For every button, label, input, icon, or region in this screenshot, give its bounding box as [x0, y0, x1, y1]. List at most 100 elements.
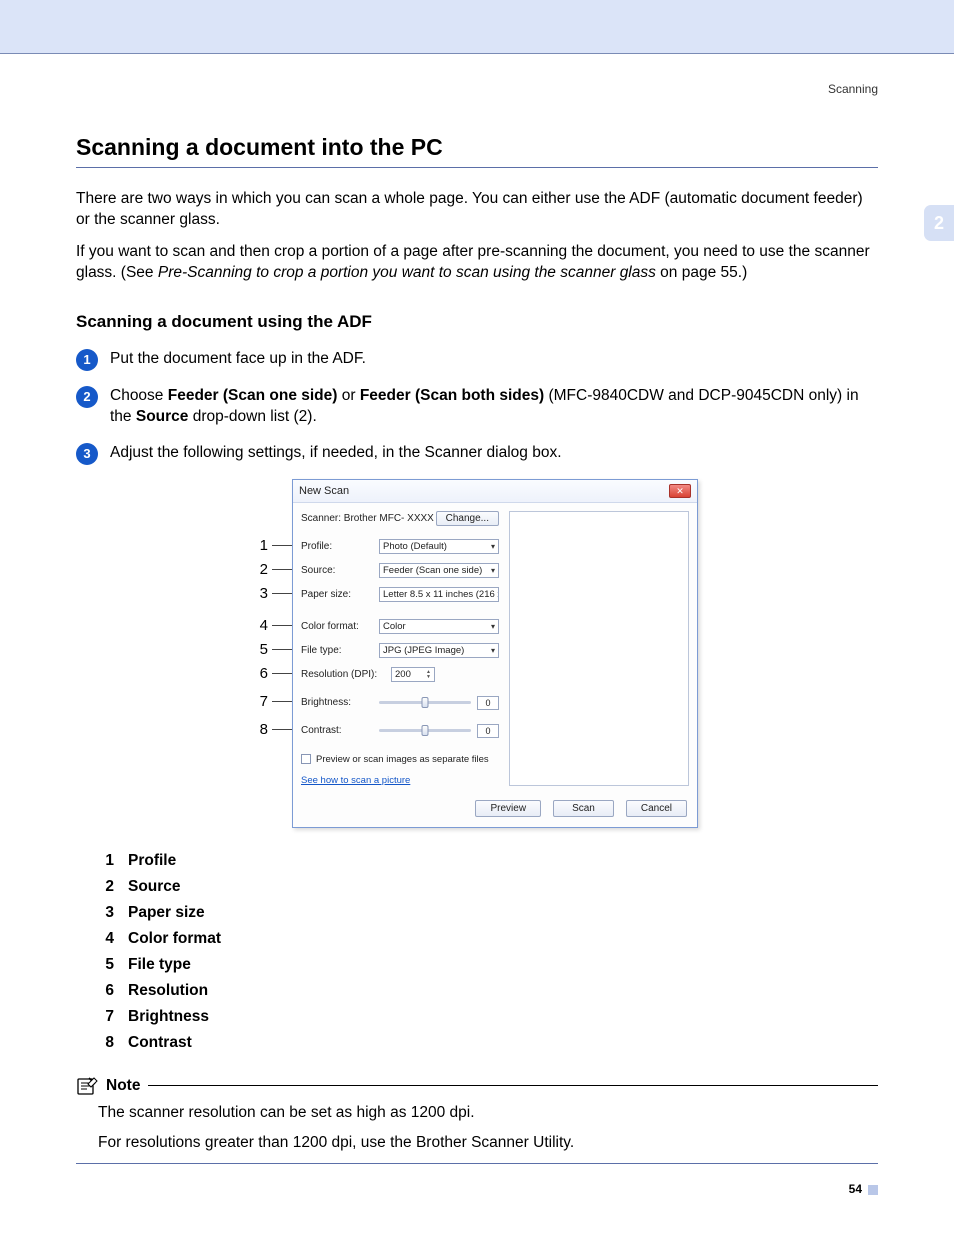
- source-value: Feeder (Scan one side): [383, 565, 482, 576]
- resolution-value: 200: [395, 669, 411, 680]
- chevron-down-icon: ▾: [491, 566, 495, 575]
- legend-num: 8: [102, 1034, 114, 1052]
- step2-bold3: Source: [136, 408, 189, 425]
- legend-text: Contrast: [128, 1034, 192, 1052]
- note-title: Note: [106, 1077, 140, 1095]
- legend-num: 5: [102, 956, 114, 974]
- step-bullet-2: 2: [76, 386, 98, 408]
- callout-1: 1: [256, 537, 268, 554]
- profile-label: Profile:: [301, 541, 373, 552]
- slider-thumb-icon: [422, 725, 429, 736]
- contrast-slider[interactable]: [379, 729, 471, 732]
- top-band: [0, 0, 954, 54]
- color-format-dropdown[interactable]: Color ▾: [379, 619, 499, 634]
- dialog-figure: 1 2 3 4 5 6 7 8 New Scan ✕ Scanner: Brot…: [76, 479, 878, 828]
- page-title: Scanning a document into the PC: [76, 134, 878, 161]
- file-type-value: JPG (JPEG Image): [383, 645, 464, 656]
- help-link[interactable]: See how to scan a picture: [301, 775, 499, 786]
- profile-value: Photo (Default): [383, 541, 447, 552]
- file-type-dropdown[interactable]: JPG (JPEG Image) ▾: [379, 643, 499, 658]
- note-rule: [148, 1085, 878, 1086]
- intro2-italic: Pre-Scanning to crop a portion you want …: [158, 264, 656, 281]
- brightness-value[interactable]: 0: [477, 696, 499, 710]
- callout-4: 4: [256, 617, 268, 634]
- paper-size-value: Letter 8.5 x 11 inches (216 x 279 m...: [383, 589, 499, 600]
- dialog-title-text: New Scan: [299, 485, 349, 497]
- callout-7: 7: [256, 693, 268, 710]
- step2-bold2: Feeder (Scan both sides): [360, 387, 544, 404]
- chevron-down-icon: ▾: [491, 646, 495, 655]
- separate-files-checkbox[interactable]: [301, 754, 311, 764]
- scan-button[interactable]: Scan: [553, 800, 614, 817]
- change-button[interactable]: Change...: [436, 511, 499, 526]
- callout-3: 3: [256, 585, 268, 602]
- separate-files-label: Preview or scan images as separate files: [316, 754, 489, 765]
- source-label: Source:: [301, 565, 373, 576]
- close-icon[interactable]: ✕: [669, 484, 691, 498]
- callout-2: 2: [256, 561, 268, 578]
- legend-text: Source: [128, 878, 181, 896]
- step2-d: drop-down list (2).: [188, 408, 316, 425]
- legend-num: 4: [102, 930, 114, 948]
- legend-num: 3: [102, 904, 114, 922]
- callout-column: 1 2 3 4 5 6 7 8: [256, 479, 292, 799]
- preview-pane: [509, 511, 689, 786]
- note-end-rule: [76, 1163, 878, 1164]
- step2-a: Choose: [110, 387, 168, 404]
- title-rule: [76, 167, 878, 168]
- profile-dropdown[interactable]: Photo (Default)▾: [379, 539, 499, 554]
- running-header: Scanning: [76, 82, 878, 96]
- legend-num: 7: [102, 1008, 114, 1026]
- intro-paragraph-2: If you want to scan and then crop a port…: [76, 241, 878, 284]
- source-dropdown[interactable]: Feeder (Scan one side) ▾: [379, 563, 499, 578]
- chapter-tab: 2: [924, 205, 954, 241]
- callout-5: 5: [256, 641, 268, 658]
- dialog-left-panel: Scanner: Brother MFC- XXXX Change... Pro…: [301, 511, 499, 786]
- callout-8: 8: [256, 721, 268, 738]
- cancel-button[interactable]: Cancel: [626, 800, 687, 817]
- note-line-1: The scanner resolution can be set as hig…: [98, 1102, 878, 1124]
- brightness-label: Brightness:: [301, 697, 373, 708]
- page-body: Scanning 2 Scanning a document into the …: [0, 54, 954, 1214]
- scanner-label: Scanner: Brother MFC- XXXX: [301, 513, 434, 524]
- step-2-text: Choose Feeder (Scan one side) or Feeder …: [110, 385, 878, 428]
- legend-num: 1: [102, 852, 114, 870]
- contrast-label: Contrast:: [301, 725, 373, 736]
- file-type-label: File type:: [301, 645, 373, 656]
- step-1: 1 Put the document face up in the ADF.: [76, 348, 878, 371]
- intro-paragraph-1: There are two ways in which you can scan…: [76, 188, 878, 231]
- paper-size-label: Paper size:: [301, 589, 373, 600]
- chevron-down-icon: ▾: [491, 622, 495, 631]
- page-number-text: 54: [849, 1182, 862, 1196]
- paper-size-dropdown[interactable]: Letter 8.5 x 11 inches (216 x 279 m...▾: [379, 587, 499, 602]
- legend-num: 2: [102, 878, 114, 896]
- legend-text: Resolution: [128, 982, 208, 1000]
- legend-text: Color format: [128, 930, 221, 948]
- contrast-value[interactable]: 0: [477, 724, 499, 738]
- resolution-label: Resolution (DPI):: [301, 669, 385, 680]
- step-2: 2 Choose Feeder (Scan one side) or Feede…: [76, 385, 878, 428]
- page-number: 54: [849, 1182, 878, 1196]
- legend-text: Paper size: [128, 904, 205, 922]
- preview-button[interactable]: Preview: [475, 800, 541, 817]
- legend-text: File type: [128, 956, 191, 974]
- step-bullet-3: 3: [76, 443, 98, 465]
- resolution-stepper[interactable]: 200 ▲▼: [391, 667, 435, 682]
- color-format-value: Color: [383, 621, 406, 632]
- step-3-text: Adjust the following settings, if needed…: [110, 442, 878, 464]
- step-bullet-1: 1: [76, 349, 98, 371]
- new-scan-dialog: New Scan ✕ Scanner: Brother MFC- XXXX Ch…: [292, 479, 698, 828]
- step2-bold1: Feeder (Scan one side): [168, 387, 338, 404]
- brightness-slider[interactable]: [379, 701, 471, 704]
- page-number-accent: [868, 1185, 878, 1195]
- callout-6: 6: [256, 665, 268, 682]
- legend-num: 6: [102, 982, 114, 1000]
- step2-mid: or: [337, 387, 359, 404]
- dialog-titlebar: New Scan ✕: [293, 480, 697, 503]
- legend-text: Profile: [128, 852, 176, 870]
- legend-list: 1 Profile 2 Source 3 Paper size 4 Color form…: [102, 852, 878, 1052]
- note-line-2: For resolutions greater than 1200 dpi, u…: [98, 1132, 878, 1154]
- spinner-icon: ▲▼: [426, 670, 431, 680]
- slider-thumb-icon: [422, 697, 429, 708]
- note-icon: [76, 1076, 98, 1096]
